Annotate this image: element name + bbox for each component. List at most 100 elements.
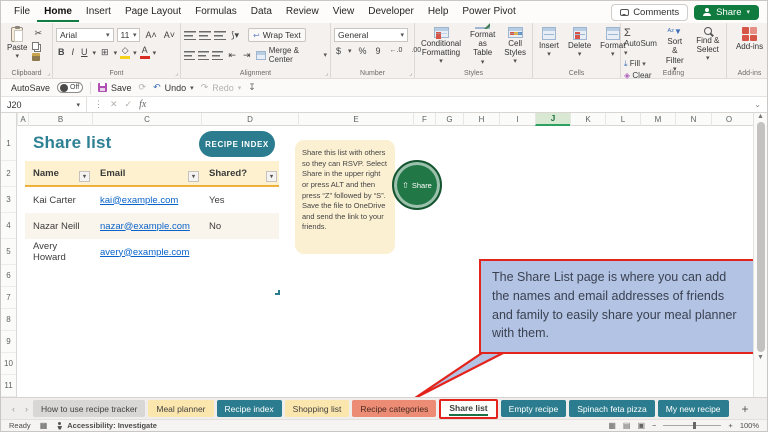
cell-shared[interactable]: Yes	[201, 187, 279, 213]
row-header[interactable]: 9	[1, 331, 16, 353]
sheet-tab-my-new-recipe[interactable]: My new recipe	[658, 400, 729, 417]
column-header-k[interactable]: K	[570, 113, 605, 126]
table-row[interactable]: Kai Carter kai@example.com Yes	[25, 187, 279, 213]
zoom-in-icon[interactable]: +	[728, 421, 732, 430]
fill-color-button[interactable]: ◇	[120, 46, 130, 59]
column-header-m[interactable]: M	[640, 113, 675, 126]
row-header[interactable]: 2	[1, 161, 16, 187]
cut-button[interactable]: ✂	[32, 28, 44, 39]
sheet-tab-recipe-index[interactable]: Recipe index	[217, 400, 282, 417]
formula-input[interactable]	[153, 97, 754, 112]
increase-font-button[interactable]: A˄	[143, 30, 158, 41]
zoom-slider[interactable]	[663, 425, 721, 426]
row-header[interactable]: 7	[1, 287, 16, 309]
table-row[interactable]: Nazar Neill nazar@example.com No	[25, 213, 279, 239]
cell-shared[interactable]	[201, 239, 279, 265]
sheet-tab-empty-recipe[interactable]: Empty recipe	[501, 400, 567, 417]
cell-email[interactable]: kai@example.com	[92, 187, 201, 213]
cell-name[interactable]: Kai Carter	[25, 187, 92, 213]
tab-view[interactable]: View	[326, 2, 362, 22]
wrap-text-button[interactable]: ↩ Wrap Text	[248, 28, 306, 42]
align-bottom-button[interactable]	[214, 31, 226, 40]
tab-review[interactable]: Review	[279, 2, 326, 22]
scroll-down-icon[interactable]: ▼	[757, 354, 764, 361]
autosave-toggle[interactable]: Off	[57, 82, 83, 93]
font-color-button[interactable]: A	[140, 46, 150, 59]
column-header-c[interactable]: C	[92, 113, 201, 126]
row-header[interactable]: 6	[1, 265, 16, 287]
table-resize-handle[interactable]	[275, 290, 280, 295]
cell-styles-button[interactable]: Cell Styles▾	[501, 26, 529, 67]
zoom-slider-knob[interactable]	[693, 422, 696, 429]
redo-button[interactable]: ↷ Redo ▾	[201, 82, 242, 93]
row-header[interactable]: 8	[1, 309, 16, 331]
sheet-scroll-right-icon[interactable]: ›	[20, 404, 33, 414]
column-header-f[interactable]: F	[413, 113, 435, 126]
new-sheet-button[interactable]: +	[732, 402, 759, 416]
tab-home[interactable]: Home	[37, 2, 79, 22]
decrease-font-button[interactable]: A˅	[162, 30, 177, 41]
row-header[interactable]: 10	[1, 353, 16, 375]
cell-email[interactable]: avery@example.com	[92, 239, 201, 265]
column-header-j-selected[interactable]: J	[535, 113, 570, 126]
column-header-e[interactable]: E	[298, 113, 413, 126]
sheet-scroll-left-icon[interactable]: ‹	[7, 404, 20, 414]
cell-name[interactable]: Avery Howard	[25, 239, 92, 265]
column-header-a[interactable]: A	[17, 113, 28, 126]
zoom-level[interactable]: 100%	[740, 421, 759, 430]
sheet-tab-spinach-feta-pizza[interactable]: Spinach feta pizza	[569, 400, 654, 417]
alignment-dialog-launcher[interactable]: ⌟	[325, 70, 328, 77]
tab-insert[interactable]: Insert	[79, 2, 118, 22]
tab-data[interactable]: Data	[244, 2, 279, 22]
row-header[interactable]: 3	[1, 187, 16, 213]
addins-button[interactable]: Add-ins	[730, 26, 768, 52]
worksheet-area[interactable]: Share list RECIPE INDEX Name ▾ Email ▾ S…	[17, 126, 755, 399]
filter-dropdown-icon[interactable]: ▾	[266, 171, 277, 182]
number-format-select[interactable]: General▾	[334, 28, 408, 42]
cell-name[interactable]: Nazar Neill	[25, 213, 92, 239]
filter-dropdown-icon[interactable]: ▾	[188, 171, 199, 182]
merge-center-button[interactable]: Merge & Center ▾	[256, 46, 327, 64]
share-button-top[interactable]: Share ▾	[694, 5, 759, 20]
name-box-splitter[interactable]: ⋮	[94, 99, 103, 110]
row-header[interactable]: 11	[1, 375, 16, 397]
increase-indent-button[interactable]: ⇥	[241, 50, 253, 61]
recipe-index-button[interactable]: RECIPE INDEX	[199, 131, 275, 157]
italic-button[interactable]: I	[70, 47, 77, 58]
decrease-indent-button[interactable]: ⇤	[226, 50, 238, 61]
comma-style-button[interactable]: 9	[374, 46, 383, 57]
format-painter-button[interactable]	[32, 53, 40, 61]
insert-function-icon[interactable]: fx	[139, 99, 146, 110]
delete-cells-button[interactable]: Delete▾	[565, 26, 594, 67]
percent-button[interactable]: %	[357, 46, 369, 57]
tab-developer[interactable]: Developer	[361, 2, 421, 22]
clipboard-dialog-launcher[interactable]: ⌟	[47, 70, 50, 77]
undo-button[interactable]: ↶ Undo ▾	[153, 82, 194, 93]
comments-button[interactable]: Comments	[611, 4, 688, 21]
enter-icon[interactable]: ✓	[125, 99, 133, 110]
page-layout-view-icon[interactable]: ▤	[623, 421, 631, 430]
align-top-button[interactable]	[184, 31, 196, 40]
number-dialog-launcher[interactable]: ⌟	[409, 70, 412, 77]
format-as-table-button[interactable]: Format as Table▾	[466, 26, 499, 67]
vertical-scrollbar[interactable]: ▲ ▼	[753, 113, 767, 399]
row-header[interactable]: 1	[1, 126, 16, 161]
tab-help[interactable]: Help	[421, 2, 456, 22]
column-header-g[interactable]: G	[435, 113, 463, 126]
tab-page-layout[interactable]: Page Layout	[118, 2, 188, 22]
zoom-out-icon[interactable]: −	[652, 421, 656, 430]
accessibility-status[interactable]: Accessibility: Investigate	[56, 421, 157, 430]
sheet-tab-share-list-active[interactable]: Share list	[439, 399, 497, 419]
email-link[interactable]: nazar@example.com	[100, 221, 190, 232]
tab-file[interactable]: File	[7, 2, 37, 22]
borders-button[interactable]: ⊞	[99, 47, 111, 58]
underline-button[interactable]: U	[79, 47, 90, 58]
sheet-tab-how-to-use[interactable]: How to use recipe tracker	[33, 400, 145, 417]
column-header-h[interactable]: H	[463, 113, 499, 126]
select-all-corner[interactable]	[1, 113, 17, 126]
align-right-button[interactable]	[212, 51, 223, 60]
cell-email[interactable]: nazar@example.com	[92, 213, 201, 239]
row-header[interactable]: 5	[1, 239, 16, 265]
orientation-button[interactable]: ⟆▾	[229, 30, 241, 41]
column-header-i[interactable]: I	[499, 113, 535, 126]
